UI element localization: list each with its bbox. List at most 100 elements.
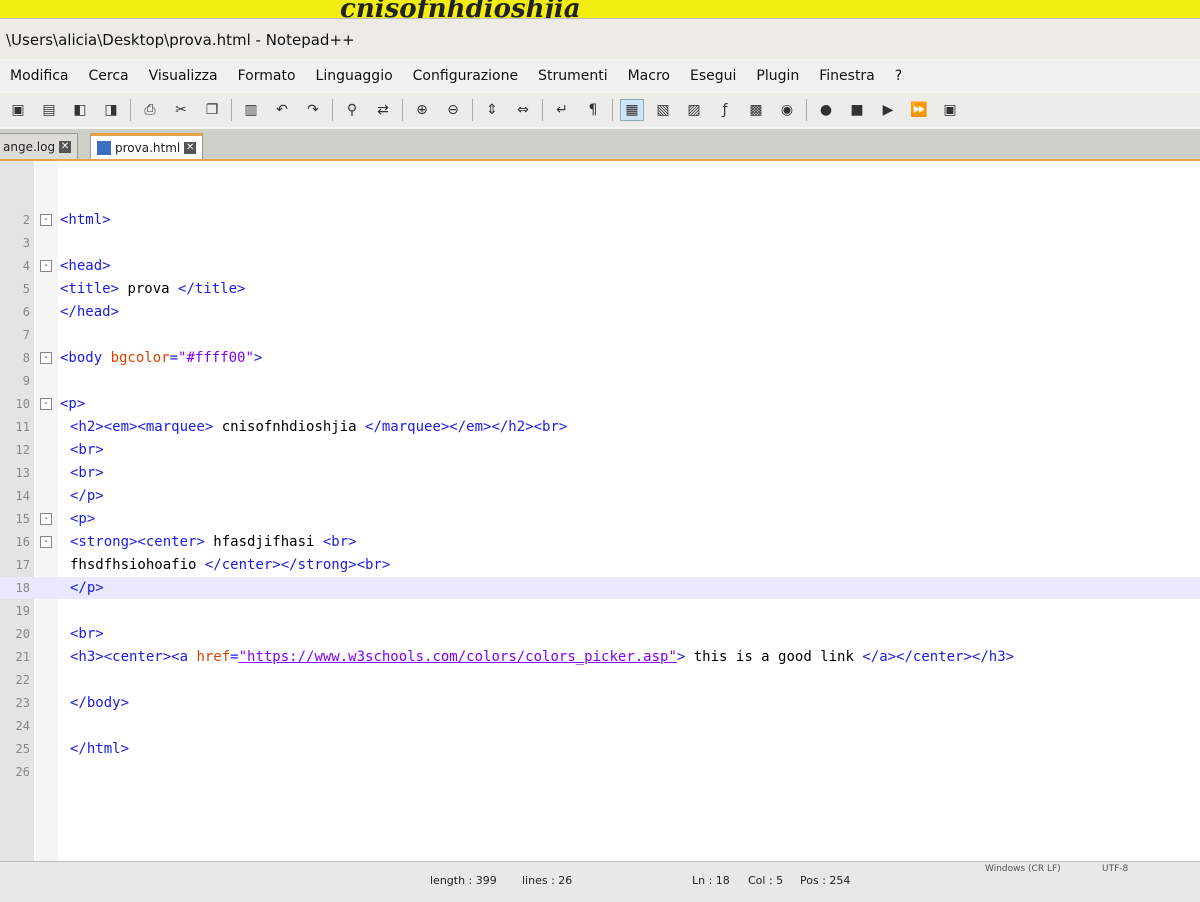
doc-map-icon[interactable]: ▨ bbox=[682, 99, 706, 121]
close-icon[interactable]: ✕ bbox=[59, 140, 72, 153]
code-line[interactable]: 21 <h3><center><a href="https://www.w3sch… bbox=[0, 646, 1200, 668]
code-line[interactable]: 25 </html> bbox=[0, 738, 1200, 760]
code-text: </p> bbox=[70, 485, 104, 507]
menu-item-4[interactable]: Linguaggio bbox=[306, 68, 403, 84]
code-line[interactable]: 16- <strong><center> hfasdjifhasi <br> bbox=[0, 531, 1200, 553]
code-line[interactable]: 24 bbox=[0, 715, 1200, 737]
menu-item-11[interactable]: ? bbox=[885, 68, 912, 84]
code-line[interactable]: 17 fhsdfhsiohoafio </center></strong><br> bbox=[0, 554, 1200, 576]
code-line[interactable]: 19 bbox=[0, 600, 1200, 622]
code-line[interactable]: 14 </p> bbox=[0, 485, 1200, 507]
code-line[interactable]: 7 bbox=[0, 324, 1200, 346]
code-token-tag: <p> bbox=[70, 511, 96, 527]
code-token-tag: <h3><center><a bbox=[70, 649, 197, 665]
code-line[interactable]: 4- <head> bbox=[0, 255, 1200, 277]
menu-item-8[interactable]: Esegui bbox=[680, 68, 746, 84]
word-wrap-icon[interactable]: ↵ bbox=[550, 99, 574, 121]
play-macro-icon[interactable]: ▶ bbox=[876, 99, 900, 121]
menu-item-6[interactable]: Strumenti bbox=[528, 68, 618, 84]
save-macro-icon[interactable]: ▣ bbox=[938, 99, 962, 121]
menu-item-9[interactable]: Plugin bbox=[746, 68, 809, 84]
fold-toggle-icon[interactable]: - bbox=[40, 260, 52, 272]
fold-toggle-icon[interactable]: - bbox=[40, 536, 52, 548]
status-encoding[interactable]: UTF-8 bbox=[1102, 864, 1128, 874]
code-line[interactable]: 22 bbox=[0, 669, 1200, 691]
monitoring-icon[interactable]: ◉ bbox=[775, 99, 799, 121]
close-icon[interactable]: ✕ bbox=[184, 141, 197, 154]
code-line[interactable]: 6 </head> bbox=[0, 301, 1200, 323]
code-line[interactable]: 3 bbox=[0, 232, 1200, 254]
code-line[interactable]: 2- <html> bbox=[0, 209, 1200, 231]
udl-icon[interactable]: ▧ bbox=[651, 99, 675, 121]
code-text: <br> bbox=[70, 462, 104, 484]
line-number: 17 bbox=[15, 558, 30, 572]
status-position: Pos : 254 bbox=[800, 874, 851, 887]
line-number: 7 bbox=[22, 328, 30, 342]
find-icon[interactable]: ⚲ bbox=[340, 99, 364, 121]
tab-prova-html[interactable]: prova.html ✕ bbox=[90, 133, 204, 159]
stop-macro-icon[interactable]: ■ bbox=[845, 99, 869, 121]
paste-icon[interactable]: ▥ bbox=[239, 99, 263, 121]
redo-icon[interactable]: ↷ bbox=[301, 99, 325, 121]
line-number: 20 bbox=[15, 627, 30, 641]
tab-label: ange.log bbox=[3, 139, 56, 154]
code-line[interactable]: 8- <body bgcolor="#ffff00"> bbox=[0, 347, 1200, 369]
fold-toggle-icon[interactable]: - bbox=[40, 513, 52, 525]
code-text: </html> bbox=[70, 738, 129, 760]
code-line[interactable]: 11 <h2><em><marquee> cnisofnhdioshjia </m… bbox=[0, 416, 1200, 438]
folder-workspace-icon[interactable]: ▩ bbox=[744, 99, 768, 121]
save-all-icon[interactable]: ▤ bbox=[37, 99, 61, 121]
code-line[interactable]: 5 <title> prova </title> bbox=[0, 278, 1200, 300]
tab-ange-log[interactable]: ange.log ✕ bbox=[0, 133, 79, 159]
close-icon[interactable]: ◧ bbox=[68, 99, 92, 121]
record-macro-icon[interactable]: ● bbox=[814, 99, 838, 121]
code-line[interactable]: 23 </body> bbox=[0, 692, 1200, 714]
code-editor[interactable]: 2- <html> 3 4- <head> 5 <title> prova </title>… bbox=[0, 161, 1200, 861]
undo-icon[interactable]: ↶ bbox=[270, 99, 294, 121]
zoom-out-icon[interactable]: ⊖ bbox=[441, 99, 465, 121]
menu-item-1[interactable]: Cerca bbox=[79, 68, 139, 84]
code-line[interactable]: 10- <p> bbox=[0, 393, 1200, 415]
menu-item-10[interactable]: Finestra bbox=[809, 68, 885, 84]
code-token-tag: = bbox=[230, 649, 239, 665]
code-line[interactable]: 26 bbox=[0, 761, 1200, 783]
show-all-chars-icon[interactable]: ¶ bbox=[581, 99, 605, 121]
code-line[interactable]: 15- <p> bbox=[0, 508, 1200, 530]
code-line[interactable]: 12 <br> bbox=[0, 439, 1200, 461]
run-macro-multiple-icon[interactable]: ⏩ bbox=[907, 99, 931, 121]
close-all-icon[interactable]: ◨ bbox=[99, 99, 123, 121]
code-token-tag: <title> bbox=[60, 281, 120, 297]
zoom-in-icon[interactable]: ⊕ bbox=[410, 99, 434, 121]
function-list-icon[interactable]: ƒ bbox=[713, 99, 737, 121]
code-line[interactable]: 18 </p> bbox=[0, 577, 1200, 599]
save-icon[interactable]: ▣ bbox=[6, 99, 30, 121]
window-title: \Users\alicia\Desktop\prova.html - Notep… bbox=[0, 19, 1200, 59]
status-eol[interactable]: Windows (CR LF) bbox=[985, 864, 1061, 874]
menu-item-2[interactable]: Visualizza bbox=[139, 68, 228, 84]
code-text: <br> bbox=[70, 623, 104, 645]
menu-item-7[interactable]: Macro bbox=[618, 68, 680, 84]
code-token-tag: </p> bbox=[70, 580, 104, 596]
indent-guide-icon[interactable]: ▦ bbox=[620, 99, 644, 121]
print-icon[interactable]: ⎙ bbox=[138, 99, 162, 121]
code-token-tag: </title> bbox=[178, 281, 246, 297]
fold-toggle-icon[interactable]: - bbox=[40, 398, 52, 410]
line-number: 6 bbox=[22, 305, 30, 319]
code-line[interactable]: 13 <br> bbox=[0, 462, 1200, 484]
code-line[interactable]: 9 bbox=[0, 370, 1200, 392]
status-bar: length : 399 lines : 26 Ln : 18 Col : 5 … bbox=[0, 861, 1200, 902]
line-number: 11 bbox=[15, 420, 30, 434]
menu-item-5[interactable]: Configurazione bbox=[403, 68, 528, 84]
menu-item-3[interactable]: Formato bbox=[228, 68, 306, 84]
toolbar-separator bbox=[130, 99, 131, 121]
replace-icon[interactable]: ⇄ bbox=[371, 99, 395, 121]
copy-icon[interactable]: ❐ bbox=[200, 99, 224, 121]
sync-horizontal-icon[interactable]: ⇔ bbox=[511, 99, 535, 121]
fold-toggle-icon[interactable]: - bbox=[40, 214, 52, 226]
code-line[interactable]: 20 <br> bbox=[0, 623, 1200, 645]
code-token-url: "https://www.w3schools.com/colors/colors… bbox=[238, 649, 677, 665]
menu-item-0[interactable]: Modifica bbox=[0, 68, 79, 84]
sync-vertical-icon[interactable]: ⇕ bbox=[480, 99, 504, 121]
fold-toggle-icon[interactable]: - bbox=[40, 352, 52, 364]
cut-icon[interactable]: ✂ bbox=[169, 99, 193, 121]
